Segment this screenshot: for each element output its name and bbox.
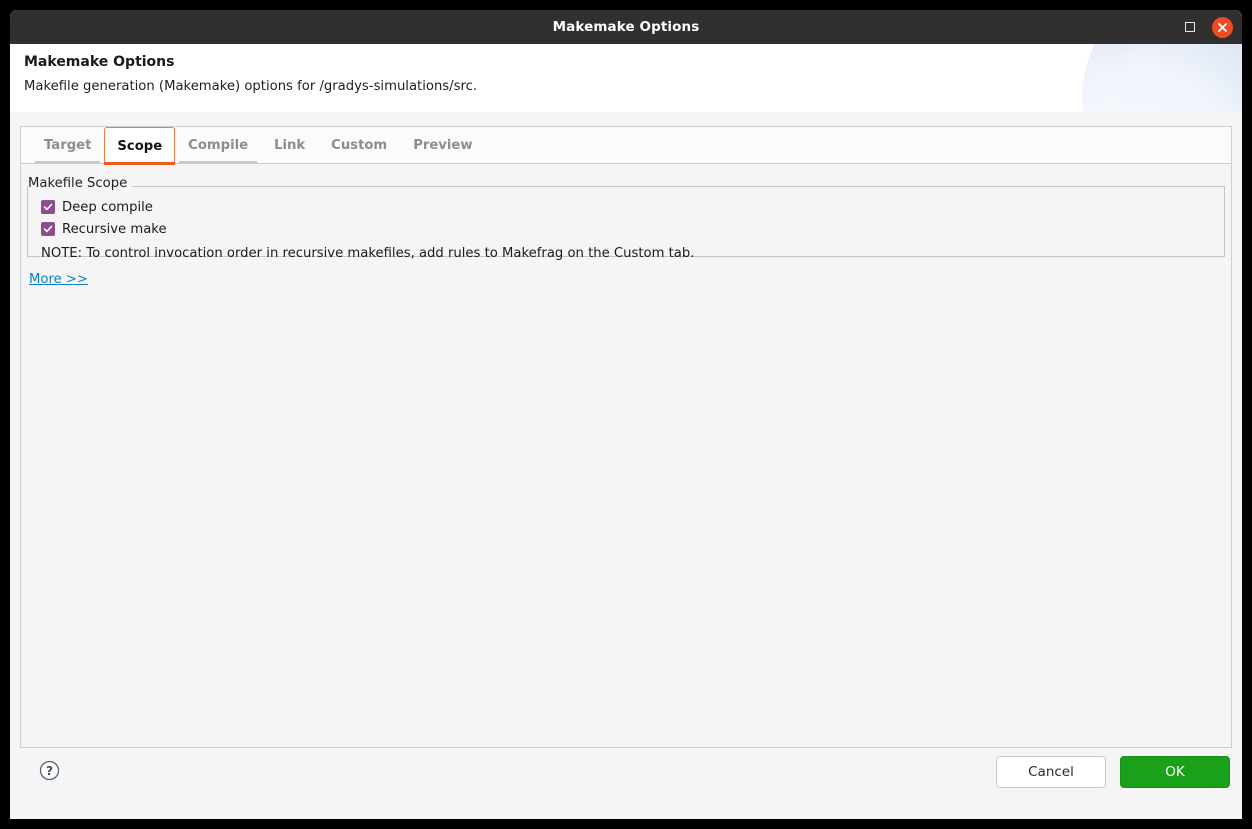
check-icon: [43, 225, 53, 233]
svg-text:?: ?: [46, 764, 53, 778]
recursive-make-label: Recursive make: [62, 221, 167, 237]
ok-button[interactable]: OK: [1120, 756, 1230, 788]
tab-underline-selected: [104, 162, 176, 165]
tab-label: Preview: [413, 138, 473, 153]
tab-label: Link: [274, 138, 306, 153]
maximize-icon: [1185, 22, 1195, 32]
tab-compile[interactable]: Compile: [175, 127, 261, 164]
tab-underline: [35, 161, 101, 164]
checkbox-row-recursive-make[interactable]: Recursive make: [41, 218, 1217, 240]
window-controls: [1180, 10, 1233, 44]
page-title: Makemake Options: [24, 54, 175, 70]
dialog-window: Makemake Options Makemake Options Makefi…: [10, 10, 1242, 819]
dialog-header: Makemake Options Makefile generation (Ma…: [10, 44, 1242, 112]
deep-compile-label: Deep compile: [62, 199, 153, 215]
tab-label: Compile: [188, 138, 249, 153]
close-button[interactable]: [1212, 16, 1233, 38]
check-icon: [43, 203, 53, 211]
group-content: Deep compile Recursive make NOTE: To con…: [41, 196, 1217, 261]
tab-underline: [179, 161, 258, 164]
dialog-body: Target Scope Compile Link Custom Preview…: [10, 112, 1242, 819]
tab-container: Target Scope Compile Link Custom Preview…: [20, 126, 1232, 748]
recursive-make-checkbox[interactable]: [41, 222, 55, 236]
close-icon: [1218, 22, 1227, 32]
help-icon: ?: [39, 760, 60, 781]
tab-scope[interactable]: Scope: [104, 127, 176, 165]
checkbox-row-deep-compile[interactable]: Deep compile: [41, 196, 1217, 218]
group-title: Makefile Scope: [28, 176, 133, 191]
deep-compile-checkbox[interactable]: [41, 200, 55, 214]
help-button[interactable]: ?: [39, 760, 60, 781]
tab-custom[interactable]: Custom: [318, 127, 400, 164]
page-subtitle: Makefile generation (Makemake) options f…: [24, 79, 478, 94]
tab-preview[interactable]: Preview: [400, 127, 485, 164]
more-link[interactable]: More >>: [29, 272, 88, 287]
makefile-scope-group: Makefile Scope Deep compile Recursive ma…: [27, 176, 1225, 261]
tab-label: Custom: [331, 138, 388, 153]
header-decoration-inner: [1119, 44, 1242, 112]
tab-label: Target: [44, 138, 92, 153]
scope-note: NOTE: To control invocation order in rec…: [41, 246, 695, 261]
title-bar: Makemake Options: [10, 10, 1242, 44]
tab-strip: Target Scope Compile Link Custom Preview: [20, 126, 1232, 165]
window-title: Makemake Options: [552, 19, 700, 35]
tab-target[interactable]: Target: [31, 127, 104, 164]
tab-panel-scope: Makefile Scope Deep compile Recursive ma…: [20, 164, 1232, 748]
cancel-button[interactable]: Cancel: [996, 756, 1106, 788]
footer-buttons: Cancel OK: [996, 756, 1230, 788]
dialog-footer: ? Cancel OK: [10, 748, 1242, 819]
tab-label: Scope: [117, 138, 163, 154]
tab-link[interactable]: Link: [261, 127, 318, 164]
maximize-button[interactable]: [1180, 17, 1200, 37]
